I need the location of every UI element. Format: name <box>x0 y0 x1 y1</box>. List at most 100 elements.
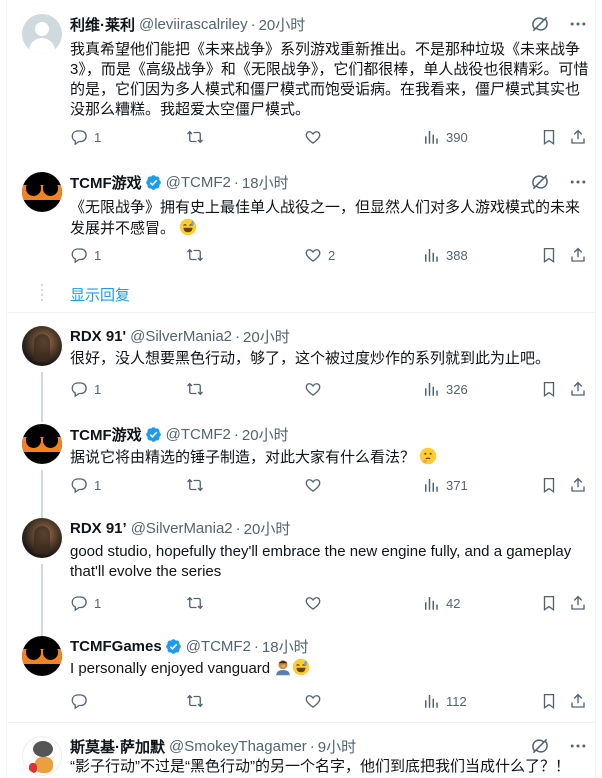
reply-count: 1 <box>94 595 102 611</box>
thread-dots <box>41 284 43 301</box>
avatar[interactable] <box>22 14 62 54</box>
avatar[interactable] <box>22 636 62 676</box>
bookmark-button[interactable] <box>540 692 558 710</box>
avatar[interactable] <box>22 326 62 366</box>
share-button[interactable] <box>569 380 587 398</box>
grok-icon[interactable] <box>530 172 550 192</box>
share-button[interactable] <box>569 246 587 264</box>
share-button[interactable] <box>569 128 587 146</box>
retweet-button[interactable] <box>186 594 204 612</box>
heart-icon <box>304 246 322 264</box>
tweet-1[interactable]: 利维·莱利 @leviirascalriley · 20小时 我真希望他们能把《… <box>6 14 596 158</box>
reply-button[interactable]: 1 <box>70 594 101 612</box>
share-button[interactable] <box>569 594 587 612</box>
like-button[interactable] <box>304 594 322 612</box>
author-name[interactable]: 斯莫基·萨加默 <box>70 736 165 757</box>
reply-button[interactable]: 1 <box>70 380 101 398</box>
tweet-5[interactable]: RDX 91’ @SilverMania2 · 20小时 good studio… <box>6 518 596 636</box>
tweet-time[interactable]: 18小时 <box>262 636 309 657</box>
author-name[interactable]: RDX 91' <box>70 328 126 345</box>
reply-icon <box>70 476 88 494</box>
author-handle[interactable]: @leviirascalriley <box>139 16 248 33</box>
sweat-smile-emoji-icon <box>179 218 197 236</box>
reply-button[interactable]: 1 <box>70 476 101 494</box>
views-icon <box>422 692 440 710</box>
bookmark-button[interactable] <box>540 594 558 612</box>
verified-badge-icon <box>165 638 182 655</box>
share-icon <box>569 476 587 494</box>
author-handle[interactable]: @SmokeyThagamer <box>169 738 307 755</box>
views-button[interactable]: 371 <box>422 476 468 494</box>
avatar[interactable] <box>22 172 62 212</box>
more-icon[interactable] <box>568 14 588 34</box>
views-count: 371 <box>446 477 468 493</box>
retweet-icon <box>186 692 204 710</box>
tweet-2[interactable]: TCMF游戏 @TCMF2 · 18小时 《无限战争》拥有史上最佳单人战役之一，… <box>6 172 596 312</box>
views-button[interactable]: 388 <box>422 246 468 264</box>
tweet-text: 很好，没人想要黑色行动，够了，这个被过度炒作的系列就到此为止吧。 <box>70 350 551 367</box>
views-button[interactable]: 112 <box>422 692 467 710</box>
bookmark-button[interactable] <box>540 380 558 398</box>
author-name[interactable]: RDX 91’ <box>70 520 127 537</box>
like-button[interactable] <box>304 692 322 710</box>
author-handle[interactable]: @TCMF2 <box>186 638 251 655</box>
views-button[interactable]: 326 <box>422 380 468 398</box>
retweet-icon <box>186 380 204 398</box>
reply-icon <box>70 246 88 264</box>
heart-icon <box>304 128 322 146</box>
like-button[interactable] <box>304 476 322 494</box>
reply-button[interactable]: 1 <box>70 246 101 264</box>
share-icon <box>569 128 587 146</box>
retweet-button[interactable] <box>186 128 204 146</box>
tweet-3[interactable]: RDX 91' @SilverMania2 · 20小时 很好，没人想要黑色行动… <box>6 326 596 422</box>
author-handle[interactable]: @SilverMania2 <box>131 520 233 537</box>
tweet-time[interactable]: 20小时 <box>243 326 290 347</box>
tweet-time[interactable]: 20小时 <box>244 518 291 539</box>
grok-icon[interactable] <box>530 14 550 34</box>
bookmark-button[interactable] <box>540 476 558 494</box>
like-button[interactable] <box>304 380 322 398</box>
bookmark-icon <box>540 476 558 494</box>
dot-separator: · <box>235 519 241 537</box>
retweet-button[interactable] <box>186 476 204 494</box>
tweet-7[interactable]: 斯莫基·萨加默 @SmokeyThagamer · 9小时 “影子行动”不过是“… <box>6 736 596 778</box>
bookmark-button[interactable] <box>540 128 558 146</box>
author-handle[interactable]: @TCMF2 <box>166 426 231 443</box>
author-name[interactable]: 利维·莱利 <box>70 14 135 35</box>
retweet-button[interactable] <box>186 692 204 710</box>
reply-button[interactable]: 1 <box>70 128 101 146</box>
author-handle[interactable]: @SilverMania2 <box>130 328 232 345</box>
tweet-4[interactable]: TCMF游戏 @TCMF2 · 20小时 据说它将由精选的锤子制造，对此大家有什… <box>6 424 596 520</box>
author-name[interactable]: TCMFGames <box>70 638 162 655</box>
share-button[interactable] <box>569 476 587 494</box>
like-button[interactable] <box>304 128 322 146</box>
tweet-text-wrap: I personally enjoyed vanguard <box>70 658 596 679</box>
more-icon[interactable] <box>568 172 588 192</box>
tweet-time[interactable]: 20小时 <box>259 14 306 35</box>
views-button[interactable]: 390 <box>422 128 468 146</box>
avatar[interactable] <box>22 518 62 558</box>
tweet-6[interactable]: TCMFGames @TCMF2 · 18小时 I personally enj… <box>6 636 596 720</box>
show-replies-link[interactable]: 显示回复 <box>70 284 130 305</box>
dot-separator: · <box>235 327 241 345</box>
views-button[interactable]: 42 <box>422 594 460 612</box>
author-name[interactable]: TCMF游戏 <box>70 172 142 193</box>
more-icon[interactable] <box>568 736 588 756</box>
author-handle[interactable]: @TCMF2 <box>166 174 231 191</box>
retweet-button[interactable] <box>186 380 204 398</box>
views-count: 42 <box>446 595 461 611</box>
tweet-time[interactable]: 9小时 <box>318 736 356 757</box>
tweet-time[interactable]: 18小时 <box>242 172 289 193</box>
like-button[interactable]: 2 <box>304 246 335 264</box>
bookmark-button[interactable] <box>540 246 558 264</box>
bookmark-icon <box>540 380 558 398</box>
avatar[interactable] <box>22 736 62 776</box>
tweet-text-wrap: 《无限战争》拥有史上最佳单人战役之一，但显然人们对多人游戏模式的未来发展并不感冒… <box>70 198 596 239</box>
reply-button[interactable] <box>70 692 88 710</box>
retweet-button[interactable] <box>186 246 204 264</box>
author-name[interactable]: TCMF游戏 <box>70 424 142 445</box>
avatar[interactable] <box>22 424 62 464</box>
share-button[interactable] <box>569 692 587 710</box>
grok-icon[interactable] <box>530 736 550 756</box>
tweet-time[interactable]: 20小时 <box>242 424 289 445</box>
